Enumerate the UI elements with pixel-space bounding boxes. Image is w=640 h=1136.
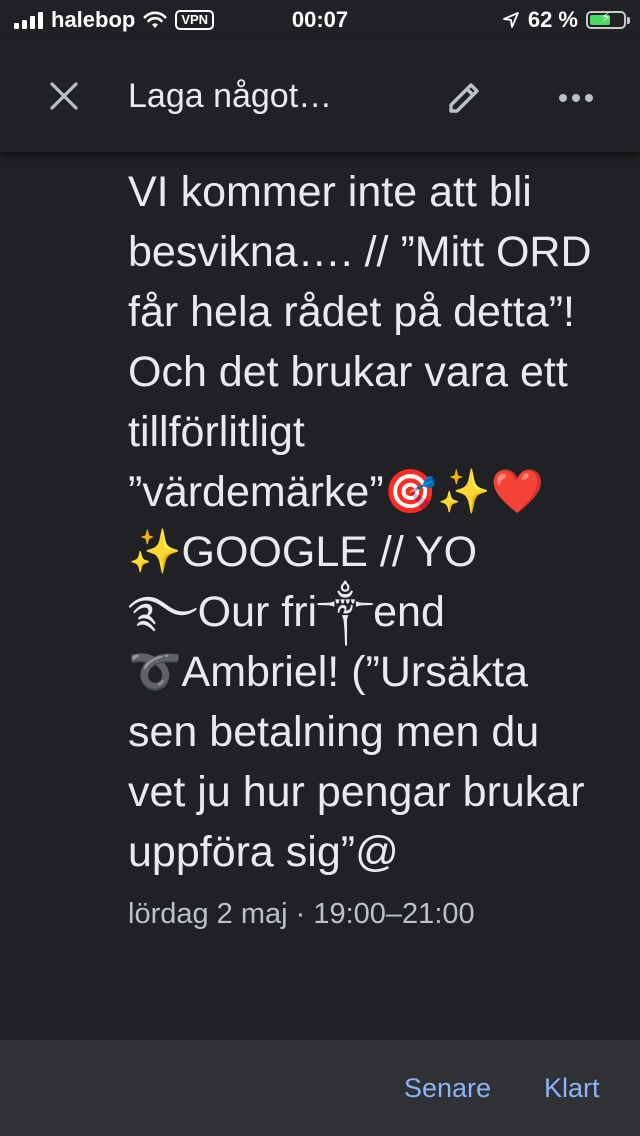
event-description: VI kommer inte att bli besvikna…. // ”Mi… <box>128 168 604 876</box>
battery-percent: 62 % <box>527 7 578 32</box>
status-left: halebop VPN <box>14 6 215 34</box>
status-bar: halebop VPN 00:07 62 % ⚡ <box>0 0 640 40</box>
page-title: Laga något… <box>128 77 333 115</box>
edit-pencil-icon <box>449 83 479 113</box>
bottom-action-bar: Senare Klart <box>0 1040 640 1136</box>
wifi-icon <box>143 11 167 28</box>
event-details: VI kommer inte att bli besvikna…. // ”Mi… <box>128 162 608 932</box>
signal-icon <box>14 11 43 29</box>
later-button[interactable]: Senare <box>394 1070 501 1106</box>
event-date-time: lördag 2 maj · 19:00–21:00 <box>128 898 475 930</box>
battery-charging-icon: ⚡ <box>586 9 630 29</box>
more-options-button[interactable] <box>552 74 600 122</box>
close-icon <box>50 82 78 110</box>
status-right: 62 % ⚡ <box>502 6 630 34</box>
location-arrow-icon <box>502 12 519 28</box>
app-bar: Laga något… <box>0 40 640 152</box>
more-horizontal-icon <box>559 94 593 102</box>
charging-bolt-icon: ⚡ <box>601 9 611 25</box>
done-button[interactable]: Klart <box>534 1070 610 1106</box>
close-button[interactable] <box>42 74 86 118</box>
carrier-name: halebop <box>51 7 136 32</box>
edit-button[interactable] <box>440 74 488 122</box>
vpn-badge: VPN <box>175 10 215 30</box>
